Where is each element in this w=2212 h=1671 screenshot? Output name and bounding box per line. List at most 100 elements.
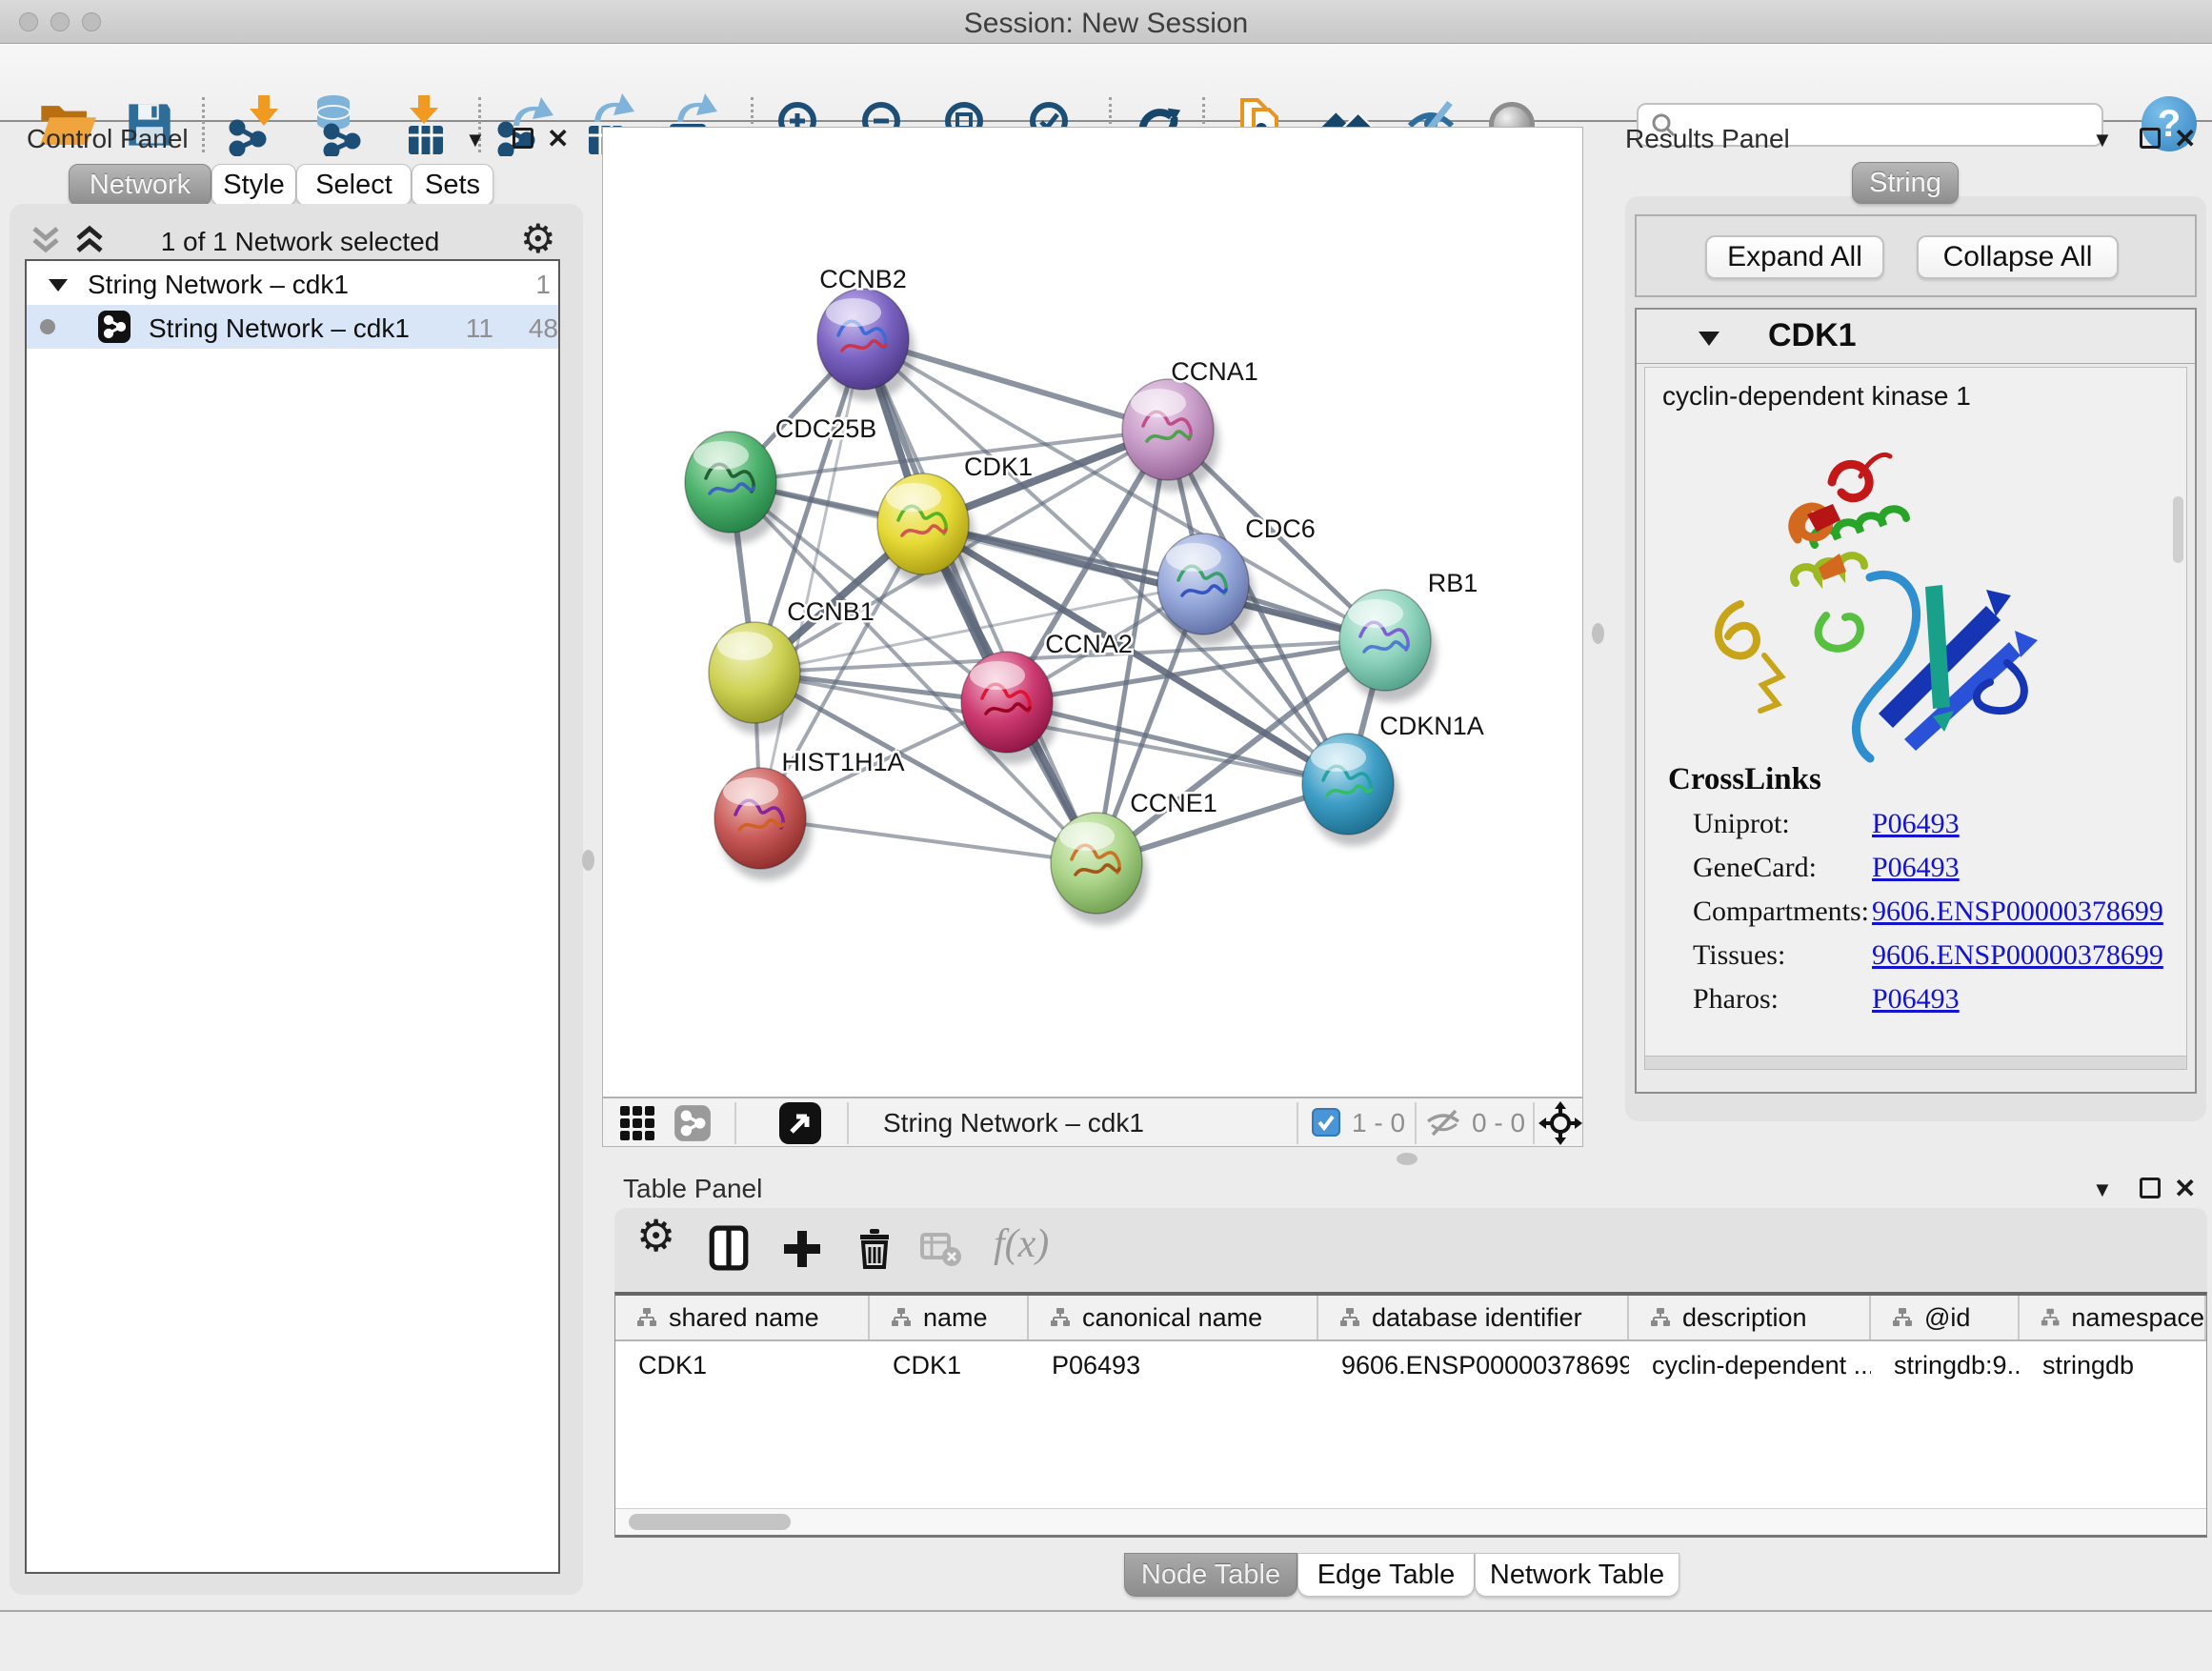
crosslink-pharos-link[interactable]: P06493 [1872, 983, 1960, 1016]
node-label-CCNA1: CCNA1 [1171, 357, 1258, 386]
function-builder-fx-icon: f(x) [994, 1221, 1049, 1267]
table-cell-4[interactable]: cyclin-dependent ... [1629, 1343, 1871, 1387]
results-panel-float-icon[interactable] [2140, 128, 2161, 149]
column-header-0[interactable]: shared name [615, 1296, 870, 1339]
tab-style[interactable]: Style [211, 164, 296, 206]
section-collapse-arrow-icon[interactable] [1698, 329, 1720, 348]
column-header-3[interactable]: database identifier [1318, 1296, 1629, 1339]
node-label-CCNA2: CCNA2 [1045, 630, 1133, 658]
network-node-CDC6[interactable]: CDC6 [1157, 514, 1316, 646]
crosslink-uniprot-link[interactable]: P06493 [1872, 808, 1960, 840]
results-panel-close-icon[interactable]: ✕ [2174, 126, 2196, 152]
table-cell-5[interactable]: stringdb:9... [1871, 1343, 2020, 1387]
network-options-gear-icon[interactable]: ⚙ [520, 215, 556, 262]
table-panel-close-icon[interactable]: ✕ [2174, 1176, 2196, 1202]
bottom-splitter-handle[interactable] [1397, 1153, 1418, 1165]
network-edge[interactable] [863, 339, 1096, 863]
column-header-4[interactable]: description [1629, 1296, 1871, 1339]
table-settings-gear-icon[interactable]: ⚙ [636, 1210, 675, 1261]
expand-all-networks-button[interactable] [72, 225, 107, 260]
column-header-6[interactable]: namespace [2020, 1296, 2206, 1339]
double-chevron-down-icon [29, 225, 63, 255]
column-header-5[interactable]: @id [1871, 1296, 2020, 1339]
network-node-RB1[interactable]: RB1 [1339, 569, 1478, 702]
netbar-divider [734, 1102, 736, 1144]
network-node-CDKN1A[interactable]: CDKN1A [1302, 712, 1484, 846]
gene-section: CDK1 cyclin-dependent kinase 1 [1635, 308, 2197, 1094]
results-panel-collapse-icon[interactable]: ▼ [2092, 130, 2113, 151]
tab-string-results[interactable]: String [1852, 162, 1959, 204]
collapse-all-networks-button[interactable] [29, 225, 63, 260]
network-tree-child-row[interactable]: String Network – cdk1 11 48 [27, 305, 558, 349]
column-type-icon [636, 1307, 657, 1328]
control-panel-close-icon[interactable]: ✕ [547, 126, 569, 152]
network-tree-root-row[interactable]: String Network – cdk1 1 [27, 261, 558, 305]
tab-network[interactable]: Network [69, 164, 211, 206]
node-label-CDK1: CDK1 [964, 453, 1033, 481]
column-type-icon [2041, 1307, 2060, 1328]
table-panel-collapse-icon[interactable]: ▼ [2092, 1179, 2113, 1200]
string-view-icon[interactable] [674, 1104, 712, 1142]
column-header-label: namespace [2071, 1303, 2204, 1333]
tree-expand-arrow-icon[interactable] [48, 276, 69, 293]
column-header-1[interactable]: name [870, 1296, 1029, 1339]
birds-eye-grid-icon[interactable] [620, 1106, 656, 1140]
table-hscrollbar-thumb[interactable] [629, 1514, 791, 1530]
tab-network-table[interactable]: Network Table [1475, 1553, 1679, 1597]
table-cell-1[interactable]: CDK1 [870, 1343, 1029, 1387]
network-node-CCNB2[interactable]: CCNB2 [817, 265, 915, 401]
network-status-dot-icon [40, 319, 55, 334]
tab-select[interactable]: Select [296, 164, 412, 206]
network-edge[interactable] [760, 339, 863, 818]
expand-all-button[interactable]: Expand All [1705, 235, 1884, 279]
pan-crosshair-icon[interactable] [1538, 1101, 1582, 1145]
node-label-CCNB2: CCNB2 [819, 265, 907, 293]
left-splitter-handle[interactable] [582, 850, 594, 871]
table-cell-3[interactable]: 9606.ENSP00000378699 [1318, 1343, 1629, 1387]
collapse-all-button[interactable]: Collapse All [1917, 235, 2119, 279]
table-cell-6[interactable]: stringdb [2020, 1343, 2206, 1387]
network-node-CCNE1[interactable]: CCNE1 [1051, 789, 1217, 925]
add-column-icon[interactable] [780, 1227, 824, 1271]
network-node-CDC25B[interactable]: CDC25B [685, 414, 876, 544]
column-type-icon [1892, 1307, 1913, 1328]
results-scrollbar-thumb[interactable] [2173, 496, 2183, 563]
show-columns-icon[interactable] [709, 1225, 749, 1271]
network-node-count: 11 [446, 313, 493, 344]
network-node-HIST1H1A[interactable]: HIST1H1A [714, 748, 905, 880]
table-row[interactable]: CDK1CDK1P064939606.ENSP00000378699cyclin… [615, 1343, 2206, 1387]
import-table-button[interactable] [392, 91, 459, 158]
crosslink-compartments-link[interactable]: 9606.ENSP00000378699 [1872, 896, 2163, 928]
table-cell-0[interactable]: CDK1 [615, 1343, 870, 1387]
column-header-2[interactable]: canonical name [1029, 1296, 1318, 1339]
column-type-icon [1339, 1307, 1360, 1328]
crosslink-genecard-link[interactable]: P06493 [1872, 852, 1960, 884]
delete-column-trash-icon[interactable] [853, 1225, 896, 1271]
table-hscrollbar[interactable] [615, 1508, 2206, 1535]
gene-name[interactable]: CDK1 [1768, 317, 1857, 354]
column-header-label: description [1682, 1303, 1807, 1333]
import-network-from-database-button[interactable] [306, 91, 372, 158]
tab-sets[interactable]: Sets [412, 164, 493, 206]
import-network-button[interactable] [223, 91, 290, 158]
tab-node-table[interactable]: Node Table [1124, 1553, 1297, 1597]
column-header-label: @id [1924, 1303, 1970, 1333]
netbar-divider [847, 1102, 849, 1144]
window-title: Session: New Session [0, 8, 2212, 40]
control-panel-collapse-icon[interactable]: ▼ [465, 130, 486, 151]
network-node-CCNA1[interactable]: CCNA1 [1122, 357, 1258, 492]
hidden-eye-icon[interactable] [1424, 1108, 1462, 1138]
table-panel-float-icon[interactable] [2140, 1178, 2161, 1198]
selected-node-edge-ratio: 1 - 0 [1352, 1108, 1405, 1138]
table-cell-2[interactable]: P06493 [1029, 1343, 1318, 1387]
network-canvas[interactable]: CCNB2CCNA1CDC25BCDK1CDC6RB1CCNB1CCNA2CDK… [602, 127, 1583, 1097]
right-splitter-handle[interactable] [1592, 623, 1604, 644]
selected-checkbox[interactable] [1312, 1108, 1340, 1137]
control-panel-float-icon[interactable] [513, 128, 533, 149]
column-type-icon [1050, 1307, 1071, 1328]
crosslink-tissues-link[interactable]: 9606.ENSP00000378699 [1872, 939, 2163, 972]
open-in-window-icon[interactable] [778, 1101, 822, 1145]
tab-edge-table[interactable]: Edge Table [1297, 1553, 1475, 1597]
network-tree: String Network – cdk1 1 String Network –… [25, 259, 560, 1574]
network-node-CDK1[interactable]: CDK1 [877, 453, 1033, 586]
